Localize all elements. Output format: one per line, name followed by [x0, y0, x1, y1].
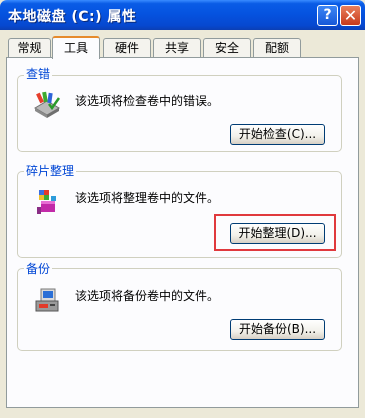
window-title: 本地磁盘 (C:) 属性 [8, 9, 137, 25]
tab-sharing[interactable]: 共享 [153, 38, 201, 57]
tab-security[interactable]: 安全 [203, 38, 251, 57]
disk-check-icon [34, 91, 61, 118]
tab-label: 硬件 [114, 41, 139, 55]
help-icon: ? [323, 7, 332, 23]
title-bar[interactable]: 本地磁盘 (C:) 属性 ? ✕ [0, 0, 365, 30]
start-backup-button[interactable]: 开始备份(B)... [230, 319, 325, 340]
tab-tools[interactable]: 工具 [52, 36, 100, 59]
error-check-description: 该选项将检查卷中的错误。 [75, 94, 220, 108]
tab-label: 安全 [214, 41, 239, 55]
highlight-box [214, 214, 336, 251]
tab-general[interactable]: 常规 [8, 38, 51, 57]
defrag-icon [37, 190, 56, 214]
defrag-title: 碎片整理 [24, 164, 77, 178]
tab-quota[interactable]: 配额 [253, 38, 301, 57]
tab-hardware[interactable]: 硬件 [103, 38, 151, 57]
close-button[interactable]: ✕ [340, 5, 361, 26]
start-backup-label: 开始备份(B)... [238, 322, 317, 336]
close-icon: ✕ [343, 6, 358, 25]
tab-label: 共享 [164, 41, 189, 55]
tab-label: 工具 [63, 41, 88, 55]
tab-label: 配额 [264, 41, 289, 55]
help-button[interactable]: ? [317, 5, 338, 26]
defrag-description: 该选项将整理卷中的文件。 [75, 191, 220, 205]
start-check-button[interactable]: 开始检查(C)... [230, 124, 325, 145]
tab-strip: 常规 工具 硬件 共享 安全 配额 [6, 36, 359, 59]
start-check-label: 开始检查(C)... [238, 127, 317, 141]
backup-description: 该选项将备份卷中的文件。 [75, 289, 220, 303]
properties-window: 本地磁盘 (C:) 属性 ? ✕ 常规 工具 硬件 共享 安全 配额 查错 该选… [0, 0, 365, 418]
backup-icon [35, 288, 59, 312]
tab-label: 常规 [17, 41, 42, 55]
error-check-title: 查错 [24, 67, 53, 81]
backup-title: 备份 [24, 262, 53, 276]
